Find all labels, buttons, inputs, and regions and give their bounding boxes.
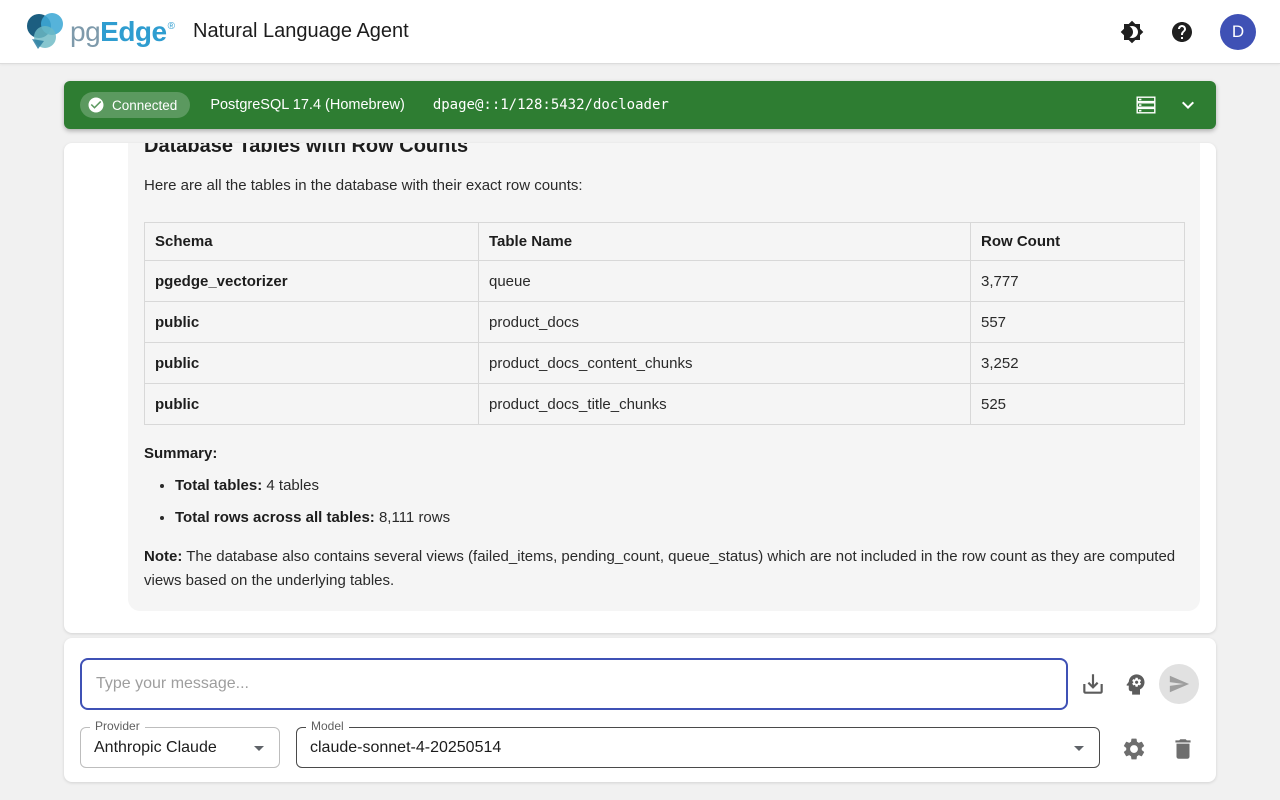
list-item: Total tables: 4 tables: [175, 475, 1184, 496]
clear-chat-button[interactable]: [1169, 735, 1196, 762]
download-icon: [1080, 671, 1106, 697]
column-header-schema: Schema: [145, 223, 479, 261]
cell-row-count: 3,252: [971, 343, 1185, 384]
cell-table-name: product_docs: [479, 302, 971, 343]
trash-icon: [1170, 736, 1196, 762]
app-header: pgEdge® Natural Language Agent D: [0, 0, 1280, 64]
cell-schema: public: [145, 384, 479, 425]
provider-select-label: Provider: [90, 719, 145, 733]
table-header-row: Schema Table Name Row Count: [145, 223, 1185, 261]
theme-toggle-button[interactable]: [1120, 20, 1144, 44]
message-intro: Here are all the tables in the database …: [144, 175, 1184, 196]
cell-row-count: 525: [971, 384, 1185, 425]
settings-button[interactable]: [1120, 735, 1147, 762]
summary-heading: Summary:: [144, 445, 1184, 462]
model-select-value: claude-sonnet-4-20250514: [310, 739, 1067, 757]
user-avatar[interactable]: D: [1220, 14, 1256, 50]
chat-transcript[interactable]: Database Tables with Row Counts Here are…: [64, 143, 1216, 633]
send-button[interactable]: [1159, 664, 1199, 704]
row-count-table: Schema Table Name Row Count pgedge_vecto…: [144, 222, 1185, 425]
download-chat-button[interactable]: [1078, 669, 1108, 699]
provider-select-value: Anthropic Claude: [94, 739, 247, 757]
note-label: Note:: [144, 548, 182, 565]
server-list-icon: [1134, 93, 1158, 117]
provider-select[interactable]: Provider Anthropic Claude: [80, 727, 280, 768]
message-note: Note: The database also contains several…: [144, 545, 1184, 593]
message-input[interactable]: [80, 658, 1068, 710]
connection-status-bar: Connected PostgreSQL 17.4 (Homebrew) dpa…: [64, 81, 1216, 129]
table-row: public product_docs_content_chunks 3,252: [145, 343, 1185, 384]
bullet-label: Total tables:: [175, 477, 262, 494]
dropdown-arrow-icon: [1067, 736, 1091, 760]
thinking-mode-button[interactable]: [1120, 669, 1150, 699]
gear-icon: [1121, 736, 1147, 762]
bullet-value: 4 tables: [262, 477, 319, 494]
check-circle-icon: [87, 96, 105, 114]
pgedge-logo-mark: [24, 11, 68, 53]
dropdown-arrow-icon: [247, 736, 271, 760]
pgedge-logo-text: pgEdge®: [70, 16, 175, 48]
summary-list: Total tables: 4 tables Total rows across…: [144, 475, 1184, 528]
logo-edge: Edge: [100, 16, 166, 48]
bullet-label: Total rows across all tables:: [175, 509, 375, 526]
table-row: pgedge_vectorizer queue 3,777: [145, 261, 1185, 302]
brightness-icon: [1120, 20, 1144, 44]
page-title: Natural Language Agent: [193, 20, 409, 43]
connection-status-label: Connected: [112, 98, 177, 113]
cell-table-name: product_docs_title_chunks: [479, 384, 971, 425]
connection-bar-actions: [1134, 93, 1200, 117]
cell-table-name: product_docs_content_chunks: [479, 343, 971, 384]
psychology-icon: [1122, 671, 1149, 698]
composer-panel: Provider Anthropic Claude Model claude-s…: [64, 638, 1216, 782]
cell-row-count: 3,777: [971, 261, 1185, 302]
header-actions: D: [1120, 14, 1256, 50]
cell-schema: public: [145, 343, 479, 384]
send-icon: [1168, 673, 1190, 695]
connection-status-badge: Connected: [80, 92, 190, 118]
table-row: public product_docs_title_chunks 525: [145, 384, 1185, 425]
cell-row-count: 557: [971, 302, 1185, 343]
column-header-table-name: Table Name: [479, 223, 971, 261]
connection-list-button[interactable]: [1134, 93, 1158, 117]
server-version-label: PostgreSQL 17.4 (Homebrew): [210, 97, 405, 113]
cell-schema: public: [145, 302, 479, 343]
message-heading: Database Tables with Row Counts: [144, 143, 1184, 159]
column-header-row-count: Row Count: [971, 223, 1185, 261]
note-text: The database also contains several views…: [144, 548, 1175, 589]
help-button[interactable]: [1170, 20, 1194, 44]
pgedge-logo: pgEdge®: [24, 11, 175, 53]
list-item: Total rows across all tables: 8,111 rows: [175, 507, 1184, 528]
connection-string: dpage@::1/128:5432/docloader: [433, 97, 669, 113]
bullet-value: 8,111 rows: [375, 509, 450, 526]
model-select[interactable]: Model claude-sonnet-4-20250514: [296, 727, 1100, 768]
cell-schema: pgedge_vectorizer: [145, 261, 479, 302]
logo-registered-mark: ®: [168, 21, 175, 32]
connection-collapse-button[interactable]: [1176, 93, 1200, 117]
table-row: public product_docs 557: [145, 302, 1185, 343]
model-select-label: Model: [306, 719, 349, 733]
help-icon: [1170, 20, 1194, 44]
assistant-message: Database Tables with Row Counts Here are…: [128, 143, 1200, 611]
chevron-down-icon: [1176, 93, 1200, 117]
logo-pg: pg: [70, 16, 100, 48]
cell-table-name: queue: [479, 261, 971, 302]
